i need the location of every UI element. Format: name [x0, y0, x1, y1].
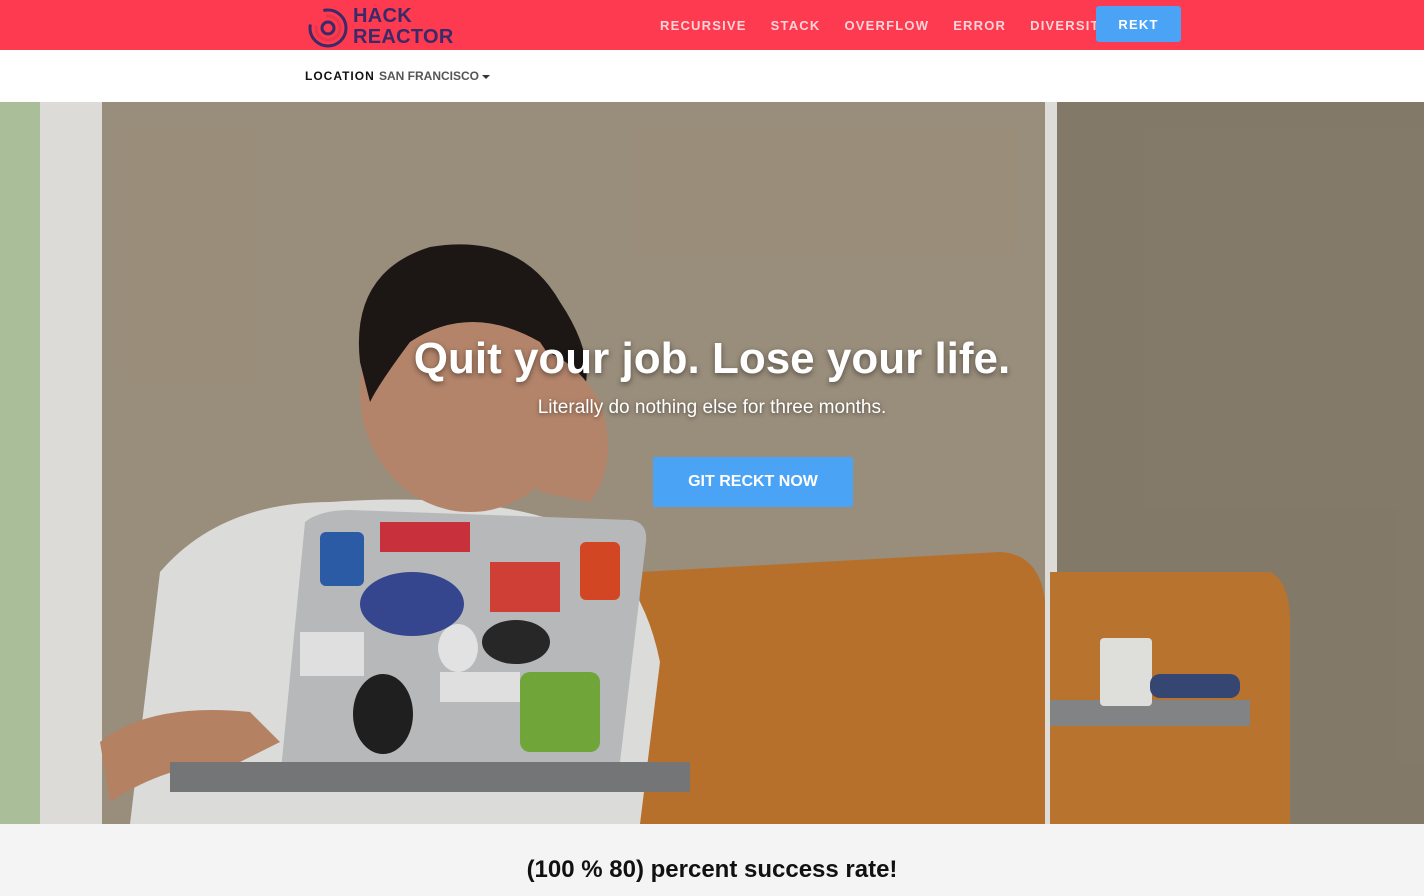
nav-link-overflow[interactable]: OVERFLOW	[844, 18, 929, 33]
location-dropdown[interactable]: SAN FRANCISCO	[379, 69, 491, 83]
nav-link-stack[interactable]: STACK	[771, 18, 821, 33]
git-reckt-now-button[interactable]: GIT RECKT NOW	[653, 457, 853, 507]
location-selected-value: SAN FRANCISCO	[379, 69, 480, 83]
nav-link-error[interactable]: ERROR	[953, 18, 1006, 33]
logo-line-2: REACTOR	[353, 26, 454, 48]
logo-wordmark: HACK REACTOR	[353, 6, 454, 48]
logo-mark-icon	[308, 8, 348, 48]
logo-line-1: HACK	[353, 5, 412, 27]
nav-link-recursive[interactable]: RECURSIVE	[660, 18, 747, 33]
location-label: LOCATION	[305, 69, 375, 83]
hack-reactor-logo[interactable]: HACK REACTOR	[308, 6, 468, 48]
hero-title: Quit your job. Lose your life.	[413, 334, 1011, 383]
rekt-button[interactable]: REKT	[1096, 6, 1181, 42]
success-rate-heading: (100 % 80) percent success rate!	[526, 856, 898, 883]
stats-section: (100 % 80) percent success rate!	[0, 824, 1424, 896]
main-nav: RECURSIVE STACK OVERFLOW ERROR DIVERSITY	[648, 0, 1122, 50]
caret-down-icon	[482, 74, 491, 79]
location-bar: LOCATION SAN FRANCISCO	[0, 50, 1424, 102]
hero-subtitle: Literally do nothing else for three mont…	[537, 397, 887, 418]
top-navbar: HACK REACTOR RECURSIVE STACK OVERFLOW ER…	[0, 0, 1424, 50]
hero-section: Quit your job. Lose your life. Literally…	[0, 102, 1424, 824]
